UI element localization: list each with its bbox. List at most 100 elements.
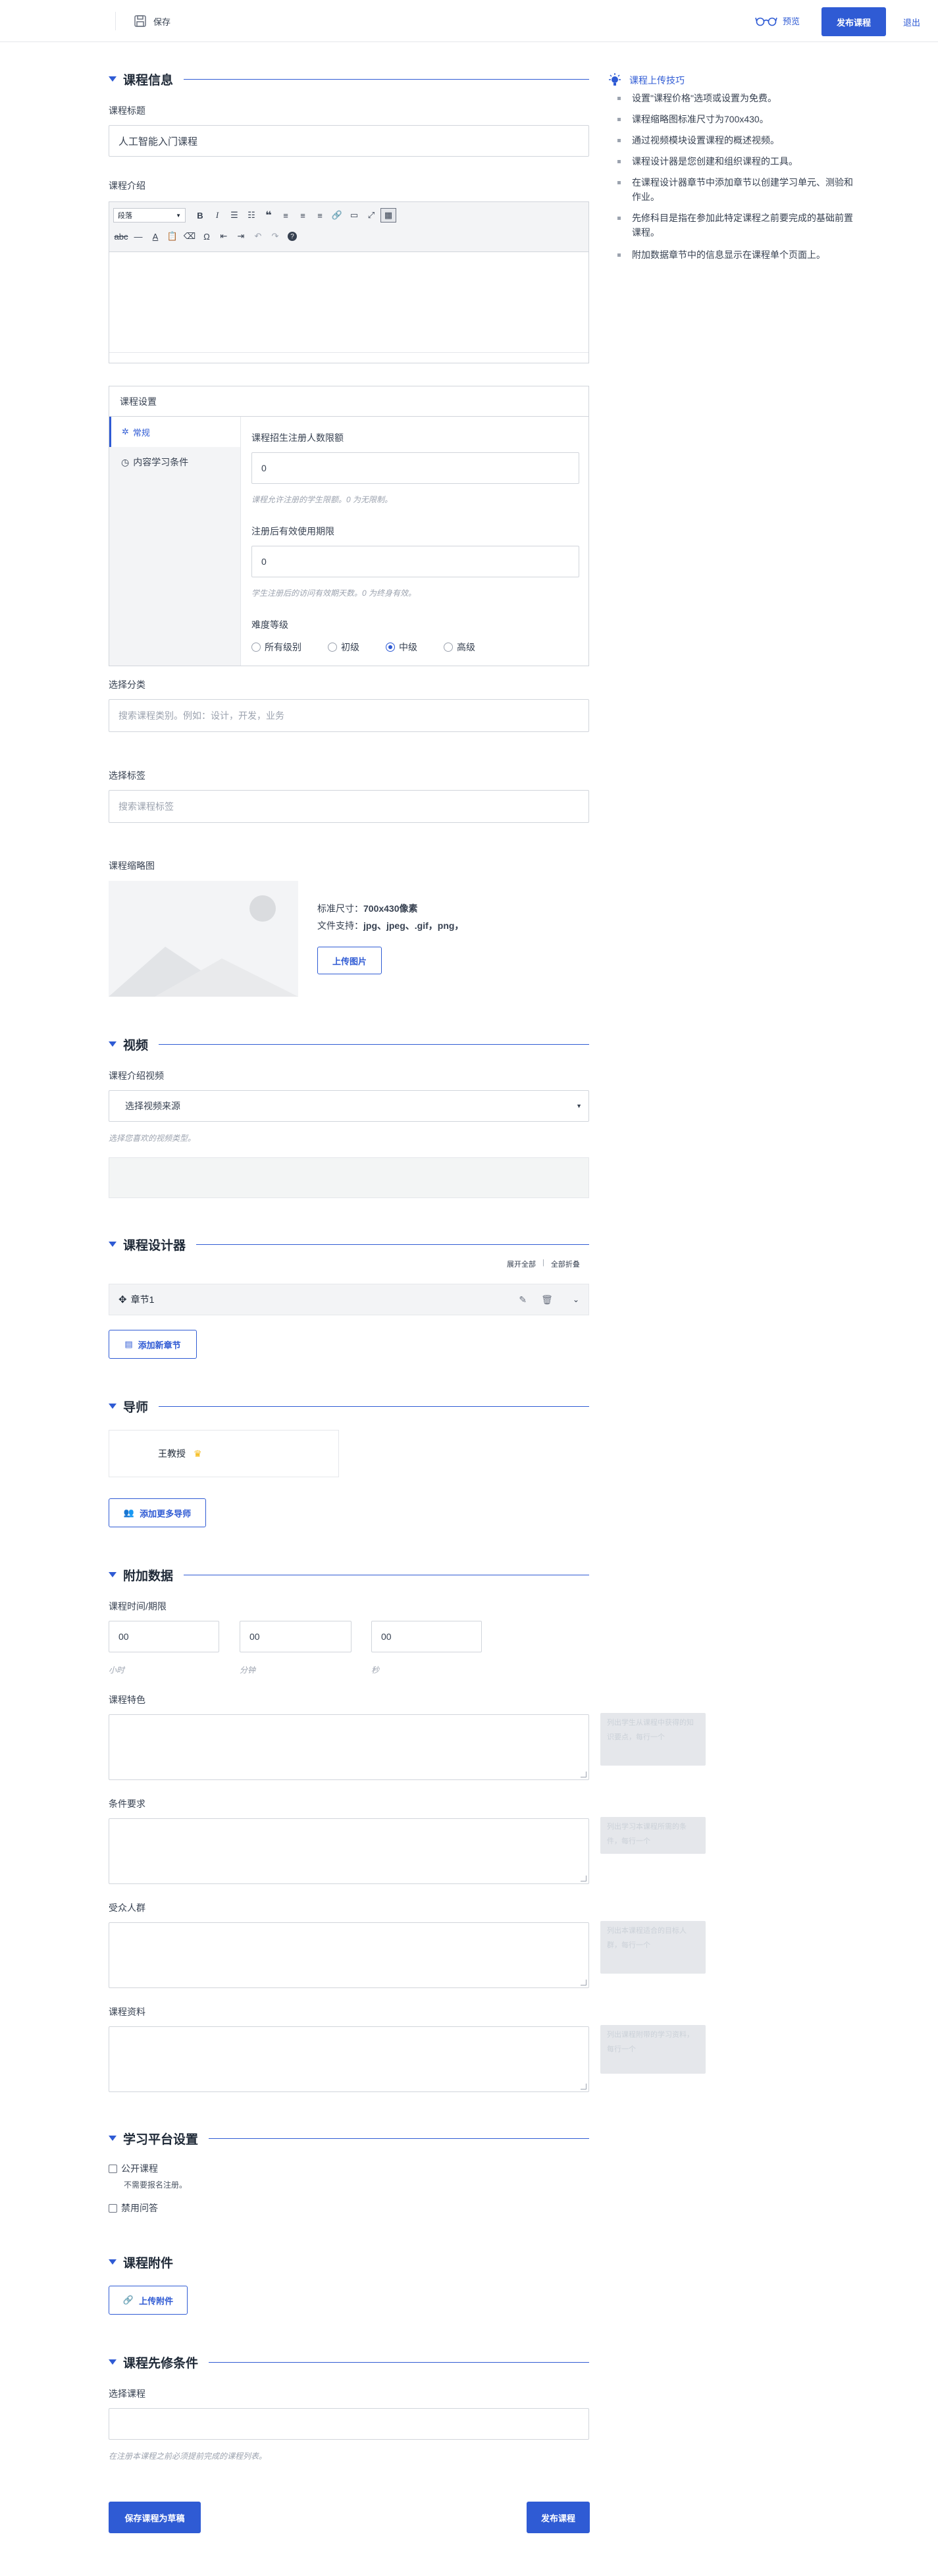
add-topic-icon: ▤	[124, 1339, 133, 1349]
thumbnail-label: 课程缩略图	[109, 860, 155, 871]
section-video[interactable]: 视频	[109, 1036, 589, 1053]
paperclip-icon: 🔗	[122, 2295, 134, 2305]
move-icon[interactable]: ✥	[118, 1294, 127, 1305]
radio-circle	[444, 643, 453, 652]
tips-heading: 课程上传技巧	[607, 72, 685, 88]
numbered-list-icon[interactable]: ☷	[244, 208, 259, 223]
upload-image-button[interactable]: 上传图片	[317, 947, 382, 974]
outdent-icon[interactable]: ⇤	[216, 229, 232, 244]
course-settings-panel: 课程设置 ✲ 常规 ◷ 内容学习条件 课程招生注册人数限额 0 课程允许注册的学生限…	[109, 386, 589, 666]
text-color-icon[interactable]: A	[147, 229, 163, 244]
level-intermediate-radio[interactable]: 中级	[386, 641, 417, 654]
editor-body[interactable]	[109, 252, 588, 352]
section-course-info[interactable]: 课程信息	[109, 71, 589, 88]
section-title: 视频	[123, 1038, 149, 1053]
special-char-icon[interactable]: Ω	[199, 229, 215, 244]
collapse-all-link[interactable]: 全部折叠	[551, 1259, 580, 1269]
tags-search-input[interactable]: 搜索课程标签	[109, 790, 589, 823]
indent-icon[interactable]: ⇥	[233, 229, 249, 244]
instructor-card: 王教授 ♛	[109, 1430, 339, 1477]
minutes-input[interactable]: 00	[240, 1621, 352, 1652]
size-value: 700x430像素	[363, 903, 418, 914]
add-instructor-button[interactable]: 👥 添加更多导师	[109, 1498, 206, 1527]
bold-icon[interactable]: B	[192, 208, 208, 223]
duration-input[interactable]: 0	[251, 546, 579, 577]
clear-format-icon[interactable]: ⌫	[182, 229, 197, 244]
italic-icon[interactable]: I	[209, 208, 225, 223]
bullet-list-icon[interactable]: ☰	[226, 208, 242, 223]
video-source-select[interactable]: 选择视频来源 ▼	[109, 1090, 589, 1122]
section-additional-data[interactable]: 附加数据	[109, 1567, 589, 1583]
edit-icon[interactable]: ✎	[519, 1294, 527, 1305]
level-expert-radio[interactable]: 高级	[444, 641, 475, 654]
audience-label: 受众人群	[109, 1903, 145, 1913]
prerequisite-course-input[interactable]	[109, 2408, 589, 2440]
audience-textarea[interactable]	[109, 1922, 589, 1988]
upload-attachment-button[interactable]: 🔗 上传附件	[109, 2286, 188, 2315]
hours-input[interactable]: 00	[109, 1621, 219, 1652]
disable-qa-checkbox[interactable]: 禁用问答	[109, 2201, 158, 2215]
max-students-input[interactable]: 0	[251, 452, 579, 484]
add-topic-label: 添加新章节	[138, 1340, 181, 1350]
public-course-checkbox[interactable]: 公开课程	[109, 2162, 158, 2175]
section-title: 附加数据	[123, 1569, 174, 1583]
topic-title: 章节1	[130, 1294, 155, 1305]
strikethrough-icon[interactable]: abc	[113, 229, 129, 244]
requirements-textarea[interactable]	[109, 1818, 589, 1884]
format-select[interactable]: 段落 ▼	[113, 208, 186, 223]
publish-course-button[interactable]: 发布课程	[527, 2502, 590, 2533]
divider	[159, 1043, 589, 1045]
public-course-hint: 不需要报名注册。	[124, 2180, 188, 2190]
tab-content-drip[interactable]: ◷ 内容学习条件	[109, 447, 240, 477]
align-right-icon[interactable]: ≡	[312, 208, 328, 223]
trash-icon[interactable]: 🗑	[541, 1294, 553, 1305]
seconds-input[interactable]: 00	[371, 1621, 482, 1652]
align-left-icon[interactable]: ≡	[278, 208, 294, 223]
read-more-icon[interactable]: ▭	[346, 208, 362, 223]
materials-textarea[interactable]	[109, 2026, 589, 2092]
save-button[interactable]: 保存	[134, 13, 170, 29]
section-course-builder[interactable]: 课程设计器	[109, 1236, 589, 1253]
benefits-textarea[interactable]	[109, 1714, 589, 1780]
align-center-icon[interactable]: ≡	[295, 208, 311, 223]
level-beginner-radio[interactable]: 初级	[328, 641, 359, 654]
collapse-icon	[109, 2259, 117, 2265]
preview-button[interactable]: 预览	[755, 14, 800, 27]
help-icon[interactable]: ?	[284, 229, 300, 244]
save-draft-button[interactable]: 保存课程为草稿	[109, 2502, 201, 2533]
section-instructor[interactable]: 导师	[109, 1398, 589, 1415]
instructor-name: 王教授	[158, 1448, 186, 1459]
tip-item: 设置"课程价格"选项或设置为免费。	[617, 91, 856, 105]
chevron-down-icon[interactable]: ⌄	[573, 1295, 579, 1304]
thumbnail-size-info: 标准尺寸：700x430像素	[317, 902, 418, 915]
section-title: 课程信息	[123, 73, 174, 88]
exit-link[interactable]: 退出	[903, 16, 920, 28]
rich-text-editor: 段落 ▼ B I ☰ ☷ ❝ ≡ ≡ ≡ 🔗 ▭ ⤢ ▦ abc — A 📋 ⌫ …	[109, 201, 589, 363]
horizontal-line-icon[interactable]: —	[130, 229, 146, 244]
redo-icon[interactable]: ↷	[267, 229, 283, 244]
expand-all-link[interactable]: 展开全部	[507, 1259, 536, 1269]
link-icon[interactable]: 🔗	[329, 208, 345, 223]
category-search-input[interactable]: 搜索课程类别。例如：设计，开发，业务	[109, 699, 589, 732]
section-attachments[interactable]: 课程附件	[109, 2254, 589, 2271]
topic-row[interactable]: ✥ 章节1 ✎ 🗑 ⌄	[109, 1284, 589, 1315]
add-topic-button[interactable]: ▤ 添加新章节	[109, 1330, 197, 1359]
checkbox-box	[109, 2203, 117, 2213]
level-all-radio[interactable]: 所有级别	[251, 641, 301, 654]
clock-icon: ◷	[121, 456, 130, 467]
format-value: jpg、jpeg、.gif，png，	[363, 920, 464, 931]
tip-item: 附加数据章节中的信息显示在课程单个页面上。	[617, 248, 856, 262]
toolbar-toggle-icon[interactable]: ▦	[380, 208, 396, 223]
glasses-icon	[755, 17, 777, 26]
level-label-all: 所有级别	[265, 642, 301, 652]
section-platform-settings[interactable]: 学习平台设置	[109, 2130, 589, 2147]
tip-item: 先修科目是指在参加此特定课程之前要完成的基础前置课程。	[617, 211, 856, 240]
undo-icon[interactable]: ↶	[250, 229, 266, 244]
course-title-input[interactable]: 人工智能入门课程	[109, 125, 589, 157]
tab-general[interactable]: ✲ 常规	[109, 417, 240, 447]
fullscreen-icon[interactable]: ⤢	[363, 208, 379, 223]
paste-text-icon[interactable]: 📋	[165, 229, 180, 244]
section-prerequisites[interactable]: 课程先修条件	[109, 2354, 589, 2371]
publish-button[interactable]: 发布课程	[821, 7, 886, 36]
blockquote-icon[interactable]: ❝	[261, 208, 276, 223]
